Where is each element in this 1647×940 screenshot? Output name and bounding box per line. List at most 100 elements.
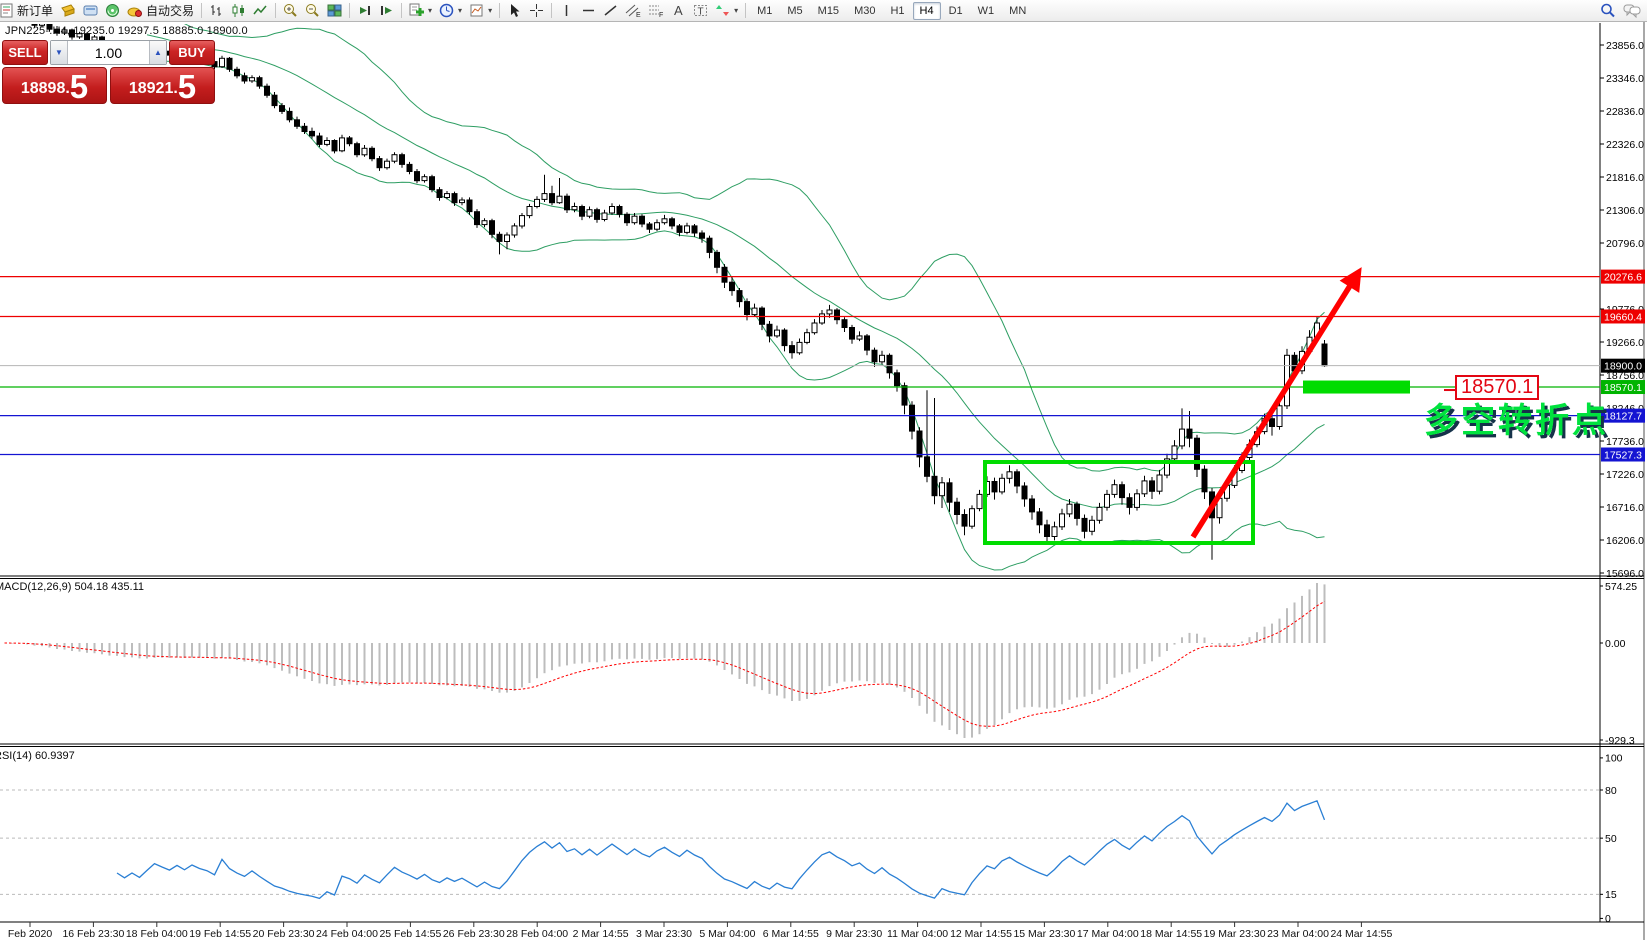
chart-shift-icon — [379, 3, 394, 18]
timeframe-button-m5[interactable]: M5 — [780, 2, 809, 20]
timeframe-button-mn[interactable]: MN — [1002, 2, 1033, 20]
sell-price-button[interactable]: 18898. 5 — [2, 67, 107, 104]
chart-canvas[interactable]: 23856.023346.022836.022326.021816.021306… — [0, 0, 1647, 940]
svg-text:24 Feb 04:00: 24 Feb 04:00 — [316, 928, 378, 940]
chart-frame — [0, 0, 1644, 940]
timeframe-button-w1[interactable]: W1 — [971, 2, 1002, 20]
crosshair-button[interactable] — [526, 1, 547, 21]
volume-input[interactable]: 1.00 — [68, 41, 149, 64]
buy-price-button[interactable]: 18921. 5 — [110, 67, 215, 104]
shapes-icon — [715, 3, 730, 18]
hline-icon — [581, 3, 596, 18]
fibonacci-icon: F — [648, 3, 664, 18]
volume-stepper: ▼ 1.00 ▲ — [50, 40, 167, 65]
timeframe-button-m30[interactable]: M30 — [847, 2, 882, 20]
autotrading-button-label: 自动交易 — [146, 2, 194, 19]
svg-text:19266.0: 19266.0 — [1606, 337, 1644, 349]
volume-increase-button[interactable]: ▲ — [149, 41, 166, 64]
autotrading-button[interactable]: 自动交易 — [124, 1, 197, 21]
volume-decrease-button[interactable]: ▼ — [51, 41, 68, 64]
rsi-scale: 1008050150 — [1600, 753, 1623, 926]
tile-windows-button[interactable] — [324, 1, 345, 21]
svg-text:6 Mar 14:55: 6 Mar 14:55 — [763, 928, 819, 940]
time-axis[interactable]: Feb 202016 Feb 23:3018 Feb 04:0019 Feb 1… — [8, 922, 1393, 940]
chart-shift-button[interactable] — [376, 1, 397, 21]
svg-text:12 Mar 14:55: 12 Mar 14:55 — [950, 928, 1012, 940]
macd-indicator-label: MACD(12,26,9) 504.18 435.11 — [0, 581, 144, 593]
rsi-pane[interactable] — [0, 790, 1600, 898]
svg-text:5 Mar 04:00: 5 Mar 04:00 — [699, 928, 755, 940]
svg-text:0.00: 0.00 — [1605, 638, 1626, 650]
indicators-icon — [409, 3, 424, 18]
zoom-out-button[interactable] — [302, 1, 323, 21]
toolbar-separator — [401, 3, 402, 18]
svg-text:18 Mar 14:55: 18 Mar 14:55 — [1140, 928, 1202, 940]
sell-button[interactable]: SELL — [2, 40, 48, 65]
search-button[interactable] — [1597, 1, 1619, 21]
symbol-ohlc-line: JPN225-.H4, 19235.0 19297.5 18885.0 1890… — [5, 25, 248, 37]
svg-text:24 Mar 14:55: 24 Mar 14:55 — [1330, 928, 1392, 940]
chat-button[interactable] — [1620, 1, 1644, 21]
cursor-button[interactable] — [504, 1, 525, 21]
buy-button[interactable]: BUY — [169, 40, 215, 65]
svg-text:19 Mar 23:30: 19 Mar 23:30 — [1204, 928, 1266, 940]
templates-button[interactable]: ▾ — [466, 1, 495, 21]
svg-text:19660.4: 19660.4 — [1604, 311, 1642, 323]
new-order-button[interactable]: 新订单 — [0, 1, 56, 21]
auto-scroll-button[interactable] — [354, 1, 375, 21]
text-button[interactable]: A — [668, 1, 689, 21]
navigator-button[interactable] — [102, 1, 123, 21]
shapes-button[interactable]: ▾ — [712, 1, 741, 21]
fibonacci-button[interactable]: F — [645, 1, 667, 21]
candlestick-button[interactable] — [228, 1, 249, 21]
zoom-out-icon — [305, 3, 320, 18]
svg-text:22836.0: 22836.0 — [1606, 106, 1644, 118]
svg-text:0: 0 — [1605, 913, 1611, 925]
svg-text:50: 50 — [1605, 833, 1617, 845]
timeframe-button-m1[interactable]: M1 — [750, 2, 779, 20]
chevron-down-icon: ▾ — [428, 6, 432, 15]
autotrading-icon — [127, 3, 143, 18]
svg-text:11 Mar 04:00: 11 Mar 04:00 — [887, 928, 948, 940]
indicators-button[interactable]: ▾ — [406, 1, 435, 21]
zoom-in-button[interactable] — [280, 1, 301, 21]
svg-text:17226.0: 17226.0 — [1606, 469, 1644, 481]
svg-text:A: A — [674, 3, 683, 18]
navigator-icon — [105, 3, 120, 18]
chevron-down-icon: ▾ — [734, 6, 738, 15]
toolbar-separator — [551, 3, 552, 18]
channel-button[interactable]: E — [622, 1, 644, 21]
vline-button[interactable] — [556, 1, 577, 21]
timeframe-button-m15[interactable]: M15 — [811, 2, 846, 20]
sell-price-pip: 5 — [70, 74, 88, 100]
toolbar-separator — [349, 3, 350, 18]
svg-text:-929.3: -929.3 — [1605, 735, 1635, 747]
bollinger-bands — [147, 10, 1325, 570]
svg-text:23 Mar 04:00: 23 Mar 04:00 — [1267, 928, 1329, 940]
timeframe-button-h1[interactable]: H1 — [883, 2, 911, 20]
svg-text:F: F — [659, 12, 663, 18]
new-order-button-label: 新订单 — [17, 2, 53, 19]
trendline-icon — [603, 3, 618, 18]
line-chart-icon — [253, 3, 268, 18]
svg-text:E: E — [636, 12, 641, 18]
macd-pane[interactable] — [5, 583, 1325, 738]
candlestick-icon — [231, 3, 246, 18]
timeframe-button-h4[interactable]: H4 — [913, 2, 941, 20]
line-chart-button[interactable] — [250, 1, 271, 21]
timeframe-button-d1[interactable]: D1 — [942, 2, 970, 20]
market-watch-button[interactable] — [57, 1, 79, 21]
data-window-button[interactable] — [80, 1, 101, 21]
trendline-button[interactable] — [600, 1, 621, 21]
bar-chart-button[interactable] — [206, 1, 227, 21]
label-icon: T — [693, 3, 708, 18]
svg-text:T: T — [698, 7, 704, 18]
hline-button[interactable] — [578, 1, 599, 21]
svg-text:28 Feb 04:00: 28 Feb 04:00 — [506, 928, 568, 940]
price-axis[interactable]: 23856.023346.022836.022326.021816.021306… — [1600, 40, 1645, 580]
periods-button[interactable]: ▾ — [436, 1, 465, 21]
svg-text:20 Feb 23:30: 20 Feb 23:30 — [253, 928, 315, 940]
cursor-icon — [507, 3, 522, 18]
label-button[interactable]: T — [690, 1, 711, 21]
level-price-callout: 18570.1 — [1455, 375, 1539, 400]
